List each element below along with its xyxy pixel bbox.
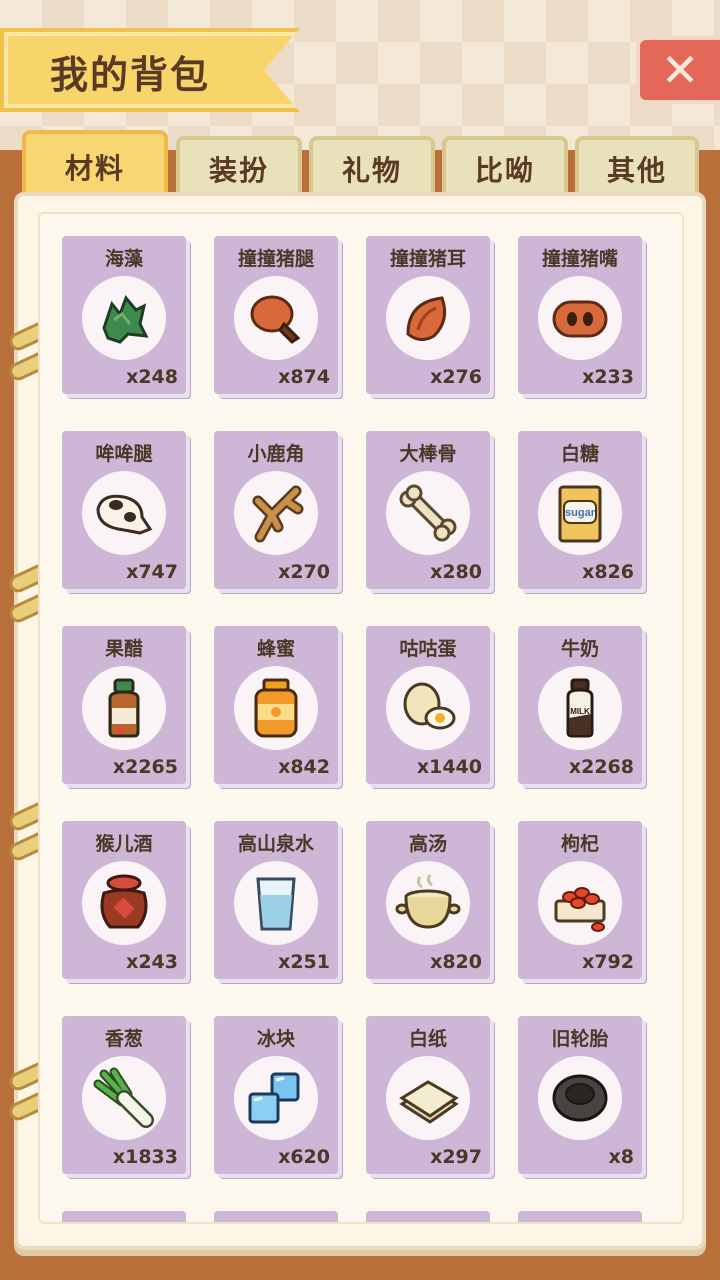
item-count: x620 [278,1146,330,1168]
item-name: 牛奶 [560,638,599,660]
item-name: 高汤 [408,833,447,855]
item-count: x251 [278,951,330,973]
tab-materials[interactable]: 材料 [22,130,168,200]
item-card[interactable] [62,1211,186,1222]
item-name: 撞撞猪耳 [389,248,466,270]
item-name: 香葱 [104,1028,143,1050]
item-card[interactable]: 白糖 sugar x826 [518,431,642,589]
water-glass-icon [256,877,296,931]
item-count: x747 [126,561,178,583]
item-card[interactable]: 白纸 x297 [366,1016,490,1174]
item-name: 白纸 [408,1028,447,1050]
tab-gifts[interactable]: 礼物 [309,136,435,198]
item-card[interactable] [214,1211,338,1222]
item-card[interactable]: 海藻 x248 [62,236,186,394]
pig-snout-icon [552,300,608,338]
close-x-icon: ✕ [660,43,700,97]
tab-biyo[interactable]: 比呦 [442,136,568,198]
item-name: 蜂蜜 [256,638,295,660]
item-card[interactable]: 猴儿酒 x243 [62,821,186,979]
honey-jar-icon [254,678,298,738]
tab-outfits[interactable]: 装扮 [176,136,302,198]
item-count: x820 [430,951,482,973]
item-count: x297 [430,1146,482,1168]
item-count: x270 [278,561,330,583]
item-count: x842 [278,756,330,778]
sugar-bag-icon: sugar [558,485,602,543]
item-card[interactable] [366,1211,490,1222]
item-name: 果醋 [104,638,143,660]
item-name: 海藻 [104,248,143,270]
item-card[interactable]: 蜂蜜 x842 [214,626,338,784]
bone-icon [399,484,457,542]
item-count: x826 [582,561,634,583]
item-count: x1440 [416,756,482,778]
item-name: 大棒骨 [399,443,457,465]
item-count: x792 [582,951,634,973]
item-card[interactable]: 撞撞猪耳 x276 [366,236,490,394]
sugar-label: sugar [565,507,596,519]
item-card[interactable]: 咕咕蛋 x1440 [366,626,490,784]
item-count: x2268 [568,756,634,778]
ice-cube-icon [248,1072,300,1124]
close-button[interactable]: ✕ [636,36,720,104]
item-card[interactable]: 高汤 x820 [366,821,490,979]
seaweed-icon [102,295,149,344]
item-card[interactable]: 旧轮胎 x8 [518,1016,642,1174]
tire-icon [552,1074,608,1122]
item-card[interactable]: 撞撞猪腿 x874 [214,236,338,394]
item-card[interactable]: 冰块 x620 [214,1016,338,1174]
vinegar-bottle-icon [108,678,140,738]
paper-stack-icon [399,1080,459,1124]
item-name: 旧轮胎 [551,1028,609,1050]
antler-icon [252,485,304,543]
item-card[interactable] [518,1211,642,1222]
item-card[interactable]: 果醋 x2265 [62,626,186,784]
item-count: x1833 [112,1146,178,1168]
egg-icon [403,682,456,730]
page-title: 我的背包 [50,53,211,97]
soup-pot-icon [395,874,461,929]
item-name: 咕咕蛋 [399,638,457,660]
scallion-icon [93,1067,154,1128]
item-count: x2265 [112,756,178,778]
item-card[interactable]: 牛奶 MILK x2268 [518,626,642,784]
tab-other[interactable]: 其他 [575,136,699,198]
item-card[interactable]: 大棒骨 x280 [366,431,490,589]
item-card[interactable]: 哞哞腿 x747 [62,431,186,589]
item-card[interactable]: 枸杞 x792 [518,821,642,979]
item-name: 猴儿酒 [95,833,153,855]
item-name: 枸杞 [560,833,599,855]
goji-icon [554,887,606,932]
item-count: x874 [278,366,330,388]
item-name: 白糖 [560,443,599,465]
item-grid[interactable]: 海藻 x248 撞撞猪腿 x874 撞撞猪耳 x276 撞撞猪嘴 x233 哞哞… [38,212,684,1224]
item-count: x248 [126,366,178,388]
milk-label: MILK [570,707,590,716]
item-count: x233 [582,366,634,388]
item-count: x8 [608,1146,634,1168]
wine-jar-icon [100,874,148,929]
item-count: x276 [430,366,482,388]
pig-ear-icon [406,296,447,341]
pig-leg-icon [250,295,301,344]
cow-leg-icon [96,494,153,535]
item-name: 撞撞猪腿 [237,248,314,270]
item-count: x243 [126,951,178,973]
item-name: 撞撞猪嘴 [541,248,618,270]
item-card[interactable]: 撞撞猪嘴 x233 [518,236,642,394]
item-name: 冰块 [256,1028,295,1050]
item-card[interactable]: 小鹿角 x270 [214,431,338,589]
item-name: 哞哞腿 [95,443,153,465]
milk-bottle-icon: MILK [566,678,594,738]
item-count: x280 [430,561,482,583]
item-card[interactable]: 高山泉水 x251 [214,821,338,979]
item-card[interactable]: 香葱 x1833 [62,1016,186,1174]
item-name: 小鹿角 [247,443,305,465]
item-name: 高山泉水 [237,833,314,855]
